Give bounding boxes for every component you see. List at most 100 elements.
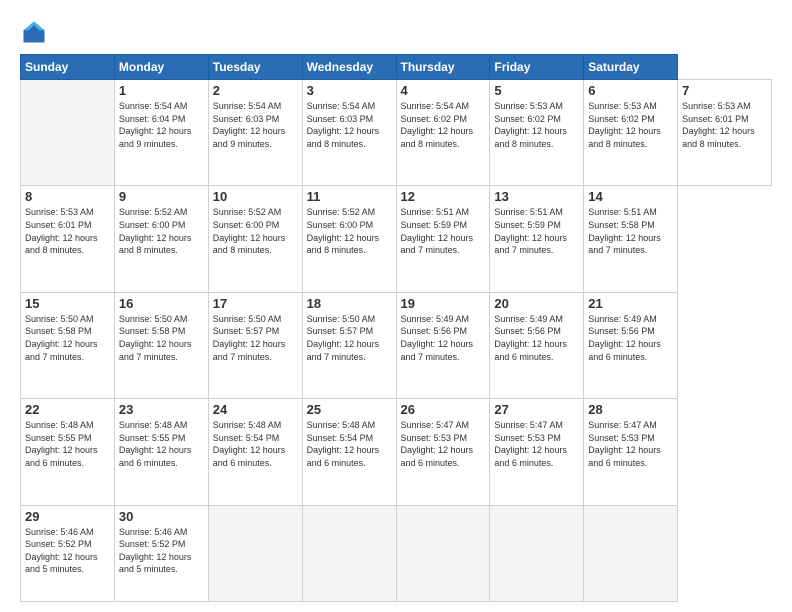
empty-cell <box>490 505 584 602</box>
day-info: Sunrise: 5:49 AMSunset: 5:56 PMDaylight:… <box>588 313 673 363</box>
day-info: Sunrise: 5:49 AMSunset: 5:56 PMDaylight:… <box>401 313 486 363</box>
day-cell-23: 23 Sunrise: 5:48 AMSunset: 5:55 PMDayligh… <box>114 399 208 505</box>
empty-cell <box>396 505 490 602</box>
day-info: Sunrise: 5:46 AMSunset: 5:52 PMDaylight:… <box>119 526 204 576</box>
day-info: Sunrise: 5:54 AMSunset: 6:04 PMDaylight:… <box>119 100 204 150</box>
day-number: 3 <box>307 83 392 98</box>
day-info: Sunrise: 5:51 AMSunset: 5:58 PMDaylight:… <box>588 206 673 256</box>
day-cell-29: 29Sunrise: 5:46 AMSunset: 5:52 PMDayligh… <box>21 505 115 602</box>
day-cell-12: 12Sunrise: 5:51 AMSunset: 5:59 PMDayligh… <box>396 186 490 292</box>
weekday-row: SundayMondayTuesdayWednesdayThursdayFrid… <box>21 55 772 80</box>
day-number: 28 <box>588 402 673 417</box>
day-info: Sunrise: 5:54 AMSunset: 6:03 PMDaylight:… <box>307 100 392 150</box>
day-info: Sunrise: 5:47 AMSunset: 5:53 PMDaylight:… <box>401 419 486 469</box>
week-row-1: 8Sunrise: 5:53 AMSunset: 6:01 PMDaylight… <box>21 186 772 292</box>
empty-cell <box>21 80 115 186</box>
day-cell-7: 7 Sunrise: 5:53 AMSunset: 6:01 PMDaylight… <box>678 80 772 186</box>
day-number: 11 <box>307 189 392 204</box>
day-info: Sunrise: 5:48 AMSunset: 5:54 PMDaylight:… <box>213 419 298 469</box>
day-info: Sunrise: 5:47 AMSunset: 5:53 PMDaylight:… <box>588 419 673 469</box>
week-row-3: 22 Sunrise: 5:48 AMSunset: 5:55 PMDayligh… <box>21 399 772 505</box>
day-cell-28: 28 Sunrise: 5:47 AMSunset: 5:53 PMDayligh… <box>584 399 678 505</box>
day-number: 6 <box>588 83 673 98</box>
day-info: Sunrise: 5:52 AMSunset: 6:00 PMDaylight:… <box>213 206 298 256</box>
day-number: 19 <box>401 296 486 311</box>
day-cell-10: 10Sunrise: 5:52 AMSunset: 6:00 PMDayligh… <box>208 186 302 292</box>
day-cell-3: 3 Sunrise: 5:54 AMSunset: 6:03 PMDaylight… <box>302 80 396 186</box>
day-number: 24 <box>213 402 298 417</box>
day-info: Sunrise: 5:51 AMSunset: 5:59 PMDaylight:… <box>494 206 579 256</box>
day-number: 29 <box>25 509 110 524</box>
day-cell-21: 21 Sunrise: 5:49 AMSunset: 5:56 PMDayligh… <box>584 292 678 398</box>
empty-cell <box>584 505 678 602</box>
day-cell-8: 8Sunrise: 5:53 AMSunset: 6:01 PMDaylight… <box>21 186 115 292</box>
day-info: Sunrise: 5:53 AMSunset: 6:01 PMDaylight:… <box>682 100 767 150</box>
day-number: 23 <box>119 402 204 417</box>
logo-icon <box>20 18 48 46</box>
weekday-monday: Monday <box>114 55 208 80</box>
day-cell-2: 2 Sunrise: 5:54 AMSunset: 6:03 PMDaylight… <box>208 80 302 186</box>
day-info: Sunrise: 5:54 AMSunset: 6:02 PMDaylight:… <box>401 100 486 150</box>
day-info: Sunrise: 5:53 AMSunset: 6:02 PMDaylight:… <box>588 100 673 150</box>
day-cell-1: 1Sunrise: 5:54 AMSunset: 6:04 PMDaylight… <box>114 80 208 186</box>
day-number: 22 <box>25 402 110 417</box>
logo <box>20 18 52 46</box>
day-number: 15 <box>25 296 110 311</box>
day-number: 16 <box>119 296 204 311</box>
day-info: Sunrise: 5:48 AMSunset: 5:54 PMDaylight:… <box>307 419 392 469</box>
day-number: 13 <box>494 189 579 204</box>
day-number: 14 <box>588 189 673 204</box>
day-info: Sunrise: 5:50 AMSunset: 5:57 PMDaylight:… <box>307 313 392 363</box>
day-info: Sunrise: 5:53 AMSunset: 6:02 PMDaylight:… <box>494 100 579 150</box>
day-info: Sunrise: 5:50 AMSunset: 5:58 PMDaylight:… <box>25 313 110 363</box>
day-cell-14: 14 Sunrise: 5:51 AMSunset: 5:58 PMDayligh… <box>584 186 678 292</box>
day-number: 21 <box>588 296 673 311</box>
calendar-body: 1Sunrise: 5:54 AMSunset: 6:04 PMDaylight… <box>21 80 772 602</box>
day-number: 25 <box>307 402 392 417</box>
weekday-wednesday: Wednesday <box>302 55 396 80</box>
weekday-sunday: Sunday <box>21 55 115 80</box>
day-info: Sunrise: 5:52 AMSunset: 6:00 PMDaylight:… <box>307 206 392 256</box>
day-info: Sunrise: 5:48 AMSunset: 5:55 PMDaylight:… <box>25 419 110 469</box>
header <box>20 18 772 46</box>
weekday-friday: Friday <box>490 55 584 80</box>
day-cell-6: 6 Sunrise: 5:53 AMSunset: 6:02 PMDaylight… <box>584 80 678 186</box>
day-cell-5: 5 Sunrise: 5:53 AMSunset: 6:02 PMDaylight… <box>490 80 584 186</box>
day-number: 5 <box>494 83 579 98</box>
day-number: 17 <box>213 296 298 311</box>
day-number: 2 <box>213 83 298 98</box>
day-number: 30 <box>119 509 204 524</box>
day-cell-13: 13 Sunrise: 5:51 AMSunset: 5:59 PMDayligh… <box>490 186 584 292</box>
day-number: 27 <box>494 402 579 417</box>
day-cell-20: 20 Sunrise: 5:49 AMSunset: 5:56 PMDayligh… <box>490 292 584 398</box>
empty-cell <box>302 505 396 602</box>
day-cell-22: 22 Sunrise: 5:48 AMSunset: 5:55 PMDayligh… <box>21 399 115 505</box>
day-info: Sunrise: 5:50 AMSunset: 5:57 PMDaylight:… <box>213 313 298 363</box>
page: SundayMondayTuesdayWednesdayThursdayFrid… <box>0 0 792 612</box>
day-info: Sunrise: 5:52 AMSunset: 6:00 PMDaylight:… <box>119 206 204 256</box>
day-cell-18: 18 Sunrise: 5:50 AMSunset: 5:57 PMDayligh… <box>302 292 396 398</box>
calendar-header: SundayMondayTuesdayWednesdayThursdayFrid… <box>21 55 772 80</box>
day-cell-19: 19 Sunrise: 5:49 AMSunset: 5:56 PMDayligh… <box>396 292 490 398</box>
day-number: 26 <box>401 402 486 417</box>
week-row-0: 1Sunrise: 5:54 AMSunset: 6:04 PMDaylight… <box>21 80 772 186</box>
weekday-tuesday: Tuesday <box>208 55 302 80</box>
day-info: Sunrise: 5:48 AMSunset: 5:55 PMDaylight:… <box>119 419 204 469</box>
day-number: 7 <box>682 83 767 98</box>
day-cell-25: 25 Sunrise: 5:48 AMSunset: 5:54 PMDayligh… <box>302 399 396 505</box>
empty-cell <box>208 505 302 602</box>
day-info: Sunrise: 5:53 AMSunset: 6:01 PMDaylight:… <box>25 206 110 256</box>
day-cell-4: 4Sunrise: 5:54 AMSunset: 6:02 PMDaylight… <box>396 80 490 186</box>
weekday-thursday: Thursday <box>396 55 490 80</box>
day-cell-24: 24 Sunrise: 5:48 AMSunset: 5:54 PMDayligh… <box>208 399 302 505</box>
day-cell-11: 11 Sunrise: 5:52 AMSunset: 6:00 PMDayligh… <box>302 186 396 292</box>
day-info: Sunrise: 5:47 AMSunset: 5:53 PMDaylight:… <box>494 419 579 469</box>
day-number: 9 <box>119 189 204 204</box>
calendar: SundayMondayTuesdayWednesdayThursdayFrid… <box>20 54 772 602</box>
day-number: 18 <box>307 296 392 311</box>
day-info: Sunrise: 5:51 AMSunset: 5:59 PMDaylight:… <box>401 206 486 256</box>
day-cell-15: 15 Sunrise: 5:50 AMSunset: 5:58 PMDayligh… <box>21 292 115 398</box>
day-number: 20 <box>494 296 579 311</box>
day-info: Sunrise: 5:54 AMSunset: 6:03 PMDaylight:… <box>213 100 298 150</box>
day-info: Sunrise: 5:49 AMSunset: 5:56 PMDaylight:… <box>494 313 579 363</box>
